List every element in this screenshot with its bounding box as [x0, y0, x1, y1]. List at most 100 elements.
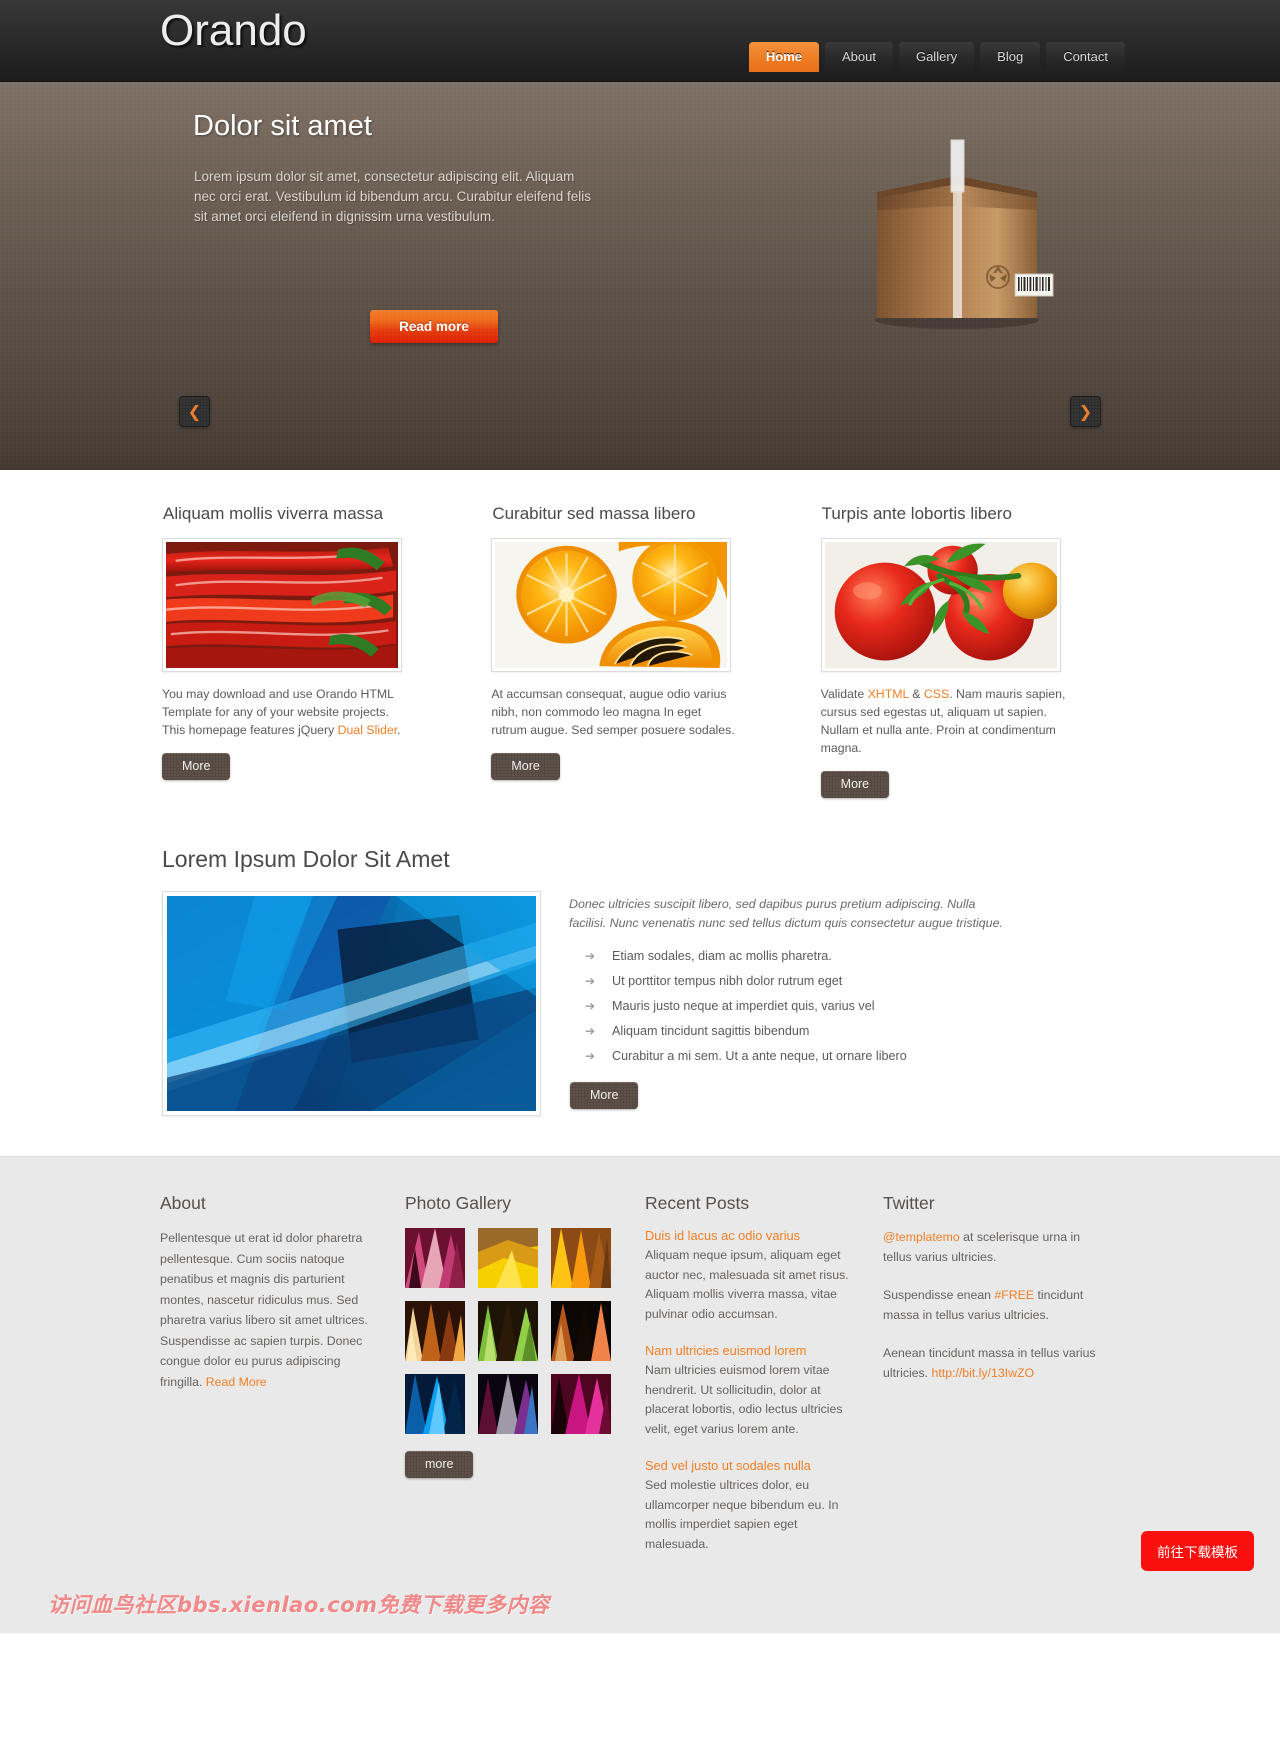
chevron-left-icon: ❮	[187, 401, 202, 421]
recent-post-link-3[interactable]: Sed vel justo ut sodales nulla	[645, 1458, 861, 1473]
column-title: Turpis ante lobortis libero	[821, 504, 1012, 523]
gallery-thumb-1[interactable]	[405, 1228, 465, 1288]
column-text: At accumsan consequat, augue odio varius…	[491, 687, 735, 737]
slider-prev-button[interactable]: ❮	[179, 396, 210, 427]
arrow-bullet-icon: ➔	[585, 974, 596, 988]
column-more-button[interactable]: More	[162, 753, 231, 780]
hero-slider: Dolor sit amet Lorem ipsum dolor sit ame…	[0, 82, 1280, 470]
feature-section: Lorem Ipsum Dolor Sit Amet Donec ultrici…	[160, 846, 1120, 1116]
column-more-button[interactable]: More	[491, 753, 560, 780]
tweet-3: Aenean tincidunt massa in tellus varius …	[883, 1344, 1098, 1383]
hero-inner: Dolor sit amet Lorem ipsum dolor sit ame…	[160, 82, 1120, 470]
tweet-2: Suspendisse enean #FREE tincidunt massa …	[883, 1286, 1098, 1325]
three-column-section: Aliquam mollis viverra massa You may dow…	[160, 504, 1120, 798]
gallery-thumb-8[interactable]	[478, 1374, 538, 1434]
list-item: ➔ Aliquam tincidunt sagittis bibendum	[569, 1024, 1014, 1038]
content-column-1: Aliquam mollis viverra massa You may dow…	[162, 504, 461, 798]
site-footer: About Pellentesque ut erat id dolor phar…	[0, 1156, 1280, 1633]
column-image-frame	[820, 538, 1061, 672]
nav-item-blog[interactable]: Blog	[980, 42, 1041, 72]
gallery-more-button[interactable]: more	[405, 1451, 474, 1478]
header-inner: Orando Home About Gallery Blog Contact	[160, 0, 1125, 81]
main-navigation: Home About Gallery Blog Contact	[748, 42, 1125, 72]
tweet-1: @templatemo at scelerisque urna in tellu…	[883, 1228, 1098, 1267]
footer-gallery-column: Photo Gallery more	[405, 1193, 645, 1573]
arrow-bullet-icon: ➔	[585, 1024, 596, 1038]
column-text: You may download and use Orando HTML Tem…	[162, 685, 407, 739]
feature-title: Lorem Ipsum Dolor Sit Amet	[162, 846, 450, 872]
gallery-thumb-9[interactable]	[551, 1374, 611, 1434]
column-title: Curabitur sed massa libero	[492, 504, 696, 523]
site-logo[interactable]: Orando	[160, 6, 307, 56]
content-column-2: Curabitur sed massa libero At accumsan c…	[491, 504, 790, 798]
column-more-button[interactable]: More	[820, 771, 890, 798]
sliced-oranges-image	[495, 542, 728, 668]
nav-item-about[interactable]: About	[824, 42, 893, 72]
nav-item-home[interactable]: Home	[748, 42, 819, 72]
hero-description: Lorem ipsum dolor sit amet, consectetur …	[194, 169, 591, 224]
column-title: Aliquam mollis viverra massa	[163, 504, 384, 523]
list-item: ➔ Etiam sodales, diam ac mollis pharetra.	[569, 949, 1014, 963]
arrow-bullet-icon: ➔	[585, 949, 596, 963]
list-item-label: Curabitur a mi sem. Ut a ante neque, ut …	[612, 1049, 907, 1063]
column-image-frame	[162, 538, 402, 672]
column-text: Validate XHTML & CSS. Nam mauris sapien,…	[821, 685, 1066, 757]
column-text-mid: &	[908, 687, 924, 701]
css-link[interactable]: CSS	[924, 687, 949, 701]
feature-text-block: Donec ultricies suscipit libero, sed dap…	[569, 891, 1014, 1116]
recent-post-body-1: Aliquam neque ipsum, aliquam eget auctor…	[645, 1248, 849, 1321]
gallery-thumb-7[interactable]	[405, 1374, 465, 1434]
xhtml-link[interactable]: XHTML	[868, 687, 909, 701]
site-header: Orando Home About Gallery Blog Contact	[0, 0, 1280, 82]
twitter-handle-link[interactable]: @templatemo	[883, 1230, 960, 1244]
list-item-label: Aliquam tincidunt sagittis bibendum	[612, 1024, 810, 1038]
footer-twitter-column: Twitter @templatemo at scelerisque urna …	[883, 1193, 1120, 1573]
column-text-after: .	[397, 723, 401, 737]
blue-abstract-image	[167, 896, 536, 1111]
hashtag-free-link[interactable]: #FREE	[994, 1288, 1034, 1302]
nav-item-contact[interactable]: Contact	[1046, 42, 1125, 72]
list-item: ➔ Mauris justo neque at imperdiet quis, v…	[569, 999, 1014, 1013]
feature-image-frame	[162, 891, 541, 1116]
red-tomatoes-image	[824, 542, 1057, 668]
gallery-thumb-3[interactable]	[551, 1228, 611, 1288]
feature-more-button[interactable]: More	[570, 1082, 639, 1109]
footer-about-body: Pellentesque ut erat id dolor pharetra p…	[160, 1231, 368, 1389]
gallery-thumb-5[interactable]	[478, 1301, 538, 1361]
feature-bullet-list: ➔ Etiam sodales, diam ac mollis pharetra.…	[569, 949, 1014, 1063]
feature-body: Donec ultricies suscipit libero, sed dap…	[162, 891, 1120, 1116]
recent-post-link-1[interactable]: Duis id lacus ac odio varius	[645, 1228, 861, 1243]
about-read-more-link[interactable]: Read More	[206, 1375, 267, 1389]
column-image-frame	[491, 538, 732, 672]
main-content: Aliquam mollis viverra massa You may dow…	[160, 470, 1120, 1156]
recent-post-link-2[interactable]: Nam ultricies euismod lorem	[645, 1343, 861, 1358]
gallery-thumb-2[interactable]	[478, 1228, 538, 1288]
footer-posts-title: Recent Posts	[645, 1193, 750, 1213]
slider-next-button[interactable]: ❯	[1070, 396, 1101, 427]
list-item: ➔ Ut porttitor tempus nibh dolor rutrum e…	[569, 974, 1014, 988]
gallery-thumb-6[interactable]	[551, 1301, 611, 1361]
red-chili-peppers-image	[166, 542, 398, 668]
cardboard-box-icon	[875, 139, 1054, 329]
cardboard-box-image	[855, 132, 1060, 332]
gallery-thumb-4[interactable]	[405, 1301, 465, 1361]
footer-posts-column: Recent Posts Duis id lacus ac odio variu…	[645, 1193, 883, 1573]
photo-gallery-grid	[405, 1228, 623, 1434]
nav-item-gallery[interactable]: Gallery	[898, 42, 975, 72]
list-item-label: Mauris justo neque at imperdiet quis, va…	[612, 999, 875, 1013]
footer-about-title: About	[160, 1193, 206, 1213]
recent-post-body-2: Nam ultricies euismod lorem vitae hendre…	[645, 1363, 843, 1436]
content-column-3: Turpis ante lobortis libero Validate XHT…	[820, 504, 1120, 798]
feature-lead-paragraph: Donec ultricies suscipit libero, sed dap…	[569, 897, 1003, 930]
footer-gallery-title: Photo Gallery	[405, 1193, 512, 1213]
footer-about-text: Pellentesque ut erat id dolor pharetra p…	[160, 1228, 383, 1392]
list-item-label: Etiam sodales, diam ac mollis pharetra.	[612, 949, 832, 963]
download-template-button[interactable]: 前往下载模板	[1141, 1531, 1254, 1571]
list-item-label: Ut porttitor tempus nibh dolor rutrum eg…	[612, 974, 843, 988]
chevron-right-icon: ❯	[1078, 401, 1093, 421]
dual-slider-link[interactable]: Dual Slider	[338, 723, 397, 737]
bitly-url-link[interactable]: http://bit.ly/13IwZO	[932, 1366, 1035, 1380]
tweet-2-pre: Suspendisse enean	[883, 1288, 995, 1302]
blue-abstract-svg	[167, 896, 536, 1111]
hero-read-more-button[interactable]: Read more	[370, 310, 498, 343]
